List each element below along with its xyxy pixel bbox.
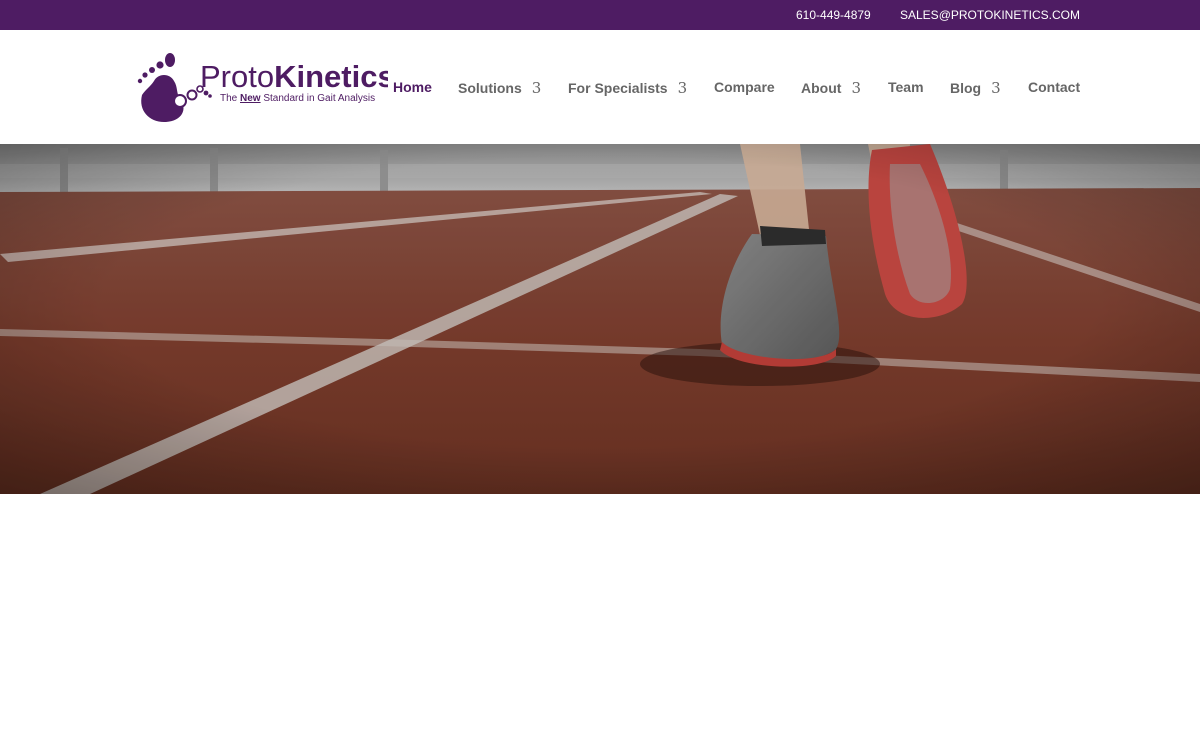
- nav-solutions[interactable]: Solutions 3: [458, 79, 541, 97]
- logo-tagline-2: Standard in Gait Analysis: [261, 93, 376, 104]
- email-link[interactable]: SALES@PROTOKINETICS.COM: [900, 8, 1080, 22]
- nav-contact-label: Contact: [1028, 79, 1081, 95]
- protokinetics-logo[interactable]: ProtoKinetics The New Standard in Gait A…: [136, 53, 388, 123]
- top-bar: 610-449-4879 SALES@PROTOKINETICS.COM: [0, 0, 1200, 30]
- nav-team-label: Team: [888, 79, 924, 95]
- main-content: [0, 494, 1200, 750]
- hero-banner: [0, 144, 1200, 494]
- logo-wordmark-proto: Proto: [200, 59, 274, 94]
- nav-home-label: Home: [393, 79, 432, 95]
- chevron-down-icon: 3: [991, 79, 1001, 97]
- chevron-down-icon: 3: [677, 79, 688, 97]
- nav-compare-label: Compare: [714, 79, 775, 95]
- nav-compare[interactable]: Compare: [714, 79, 775, 97]
- nav-home[interactable]: Home: [393, 79, 432, 97]
- chevron-down-icon: 3: [531, 79, 542, 97]
- nav-about-label: About: [801, 80, 842, 96]
- phone-link[interactable]: 610-449-4879: [796, 8, 871, 22]
- nav-solutions-label: Solutions: [458, 80, 522, 96]
- site-header: ProtoKinetics The New Standard in Gait A…: [0, 30, 1200, 144]
- svg-text:ProtoKinetics: ProtoKinetics: [200, 59, 388, 94]
- chevron-down-icon: 3: [851, 79, 861, 97]
- logo-wordmark-kinetics: Kinetics: [274, 59, 388, 94]
- nav-contact[interactable]: Contact: [1028, 79, 1080, 97]
- nav-for-specialists-label: For Specialists: [568, 80, 668, 96]
- running-track-image: [0, 144, 1200, 494]
- nav-about[interactable]: About 3: [801, 79, 861, 97]
- nav-team[interactable]: Team: [888, 79, 924, 97]
- nav-blog[interactable]: Blog 3: [950, 79, 1001, 97]
- footprint-icon: ProtoKinetics The New Standard in Gait A…: [137, 53, 388, 123]
- svg-text:The New Standard in Gait Analy: The New Standard in Gait Analysis: [220, 93, 375, 104]
- logo-tagline-new: New: [240, 93, 261, 104]
- nav-for-specialists[interactable]: For Specialists 3: [568, 79, 687, 97]
- nav-blog-label: Blog: [950, 80, 982, 96]
- logo-tagline-1: The: [220, 93, 240, 104]
